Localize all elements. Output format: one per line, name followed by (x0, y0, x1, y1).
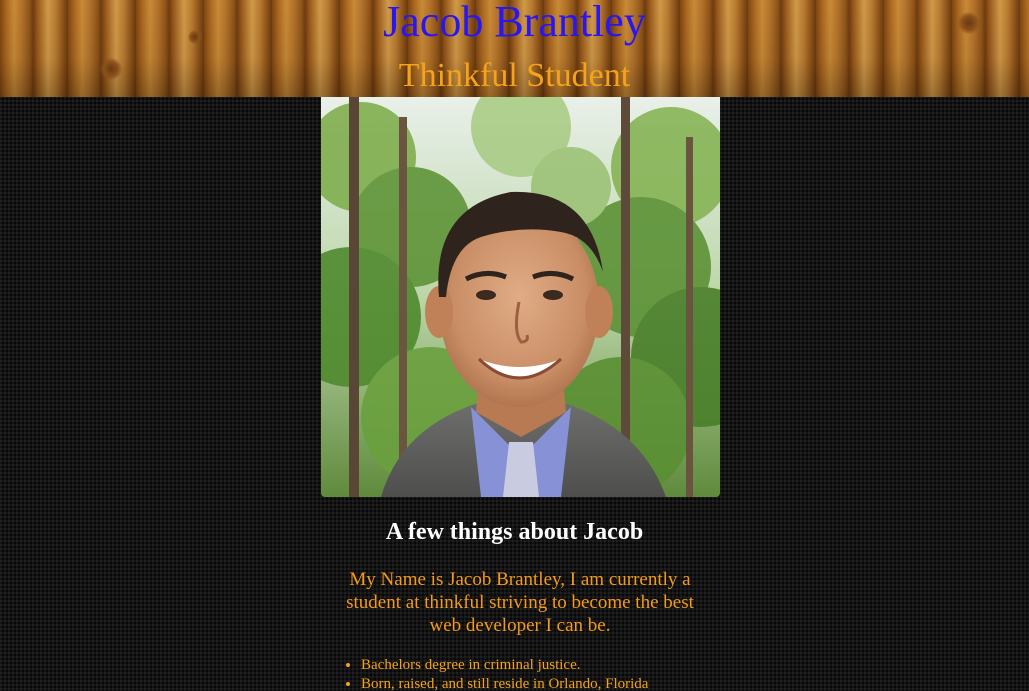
about-heading: A few things about Jacob (385, 519, 644, 545)
header-banner: Jacob Brantley Thinkful Student (0, 0, 1029, 97)
bio-paragraph: My Name is Jacob Brantley, I am currentl… (346, 569, 694, 636)
list-item: Born, raised, and still reside in Orland… (361, 675, 648, 691)
page-title: Jacob Brantley (383, 0, 646, 46)
profile-photo (321, 97, 720, 497)
list-item: Bachelors degree in criminal justice. (361, 656, 648, 675)
page-subtitle: Thinkful Student (398, 57, 631, 94)
profile-photo-image (321, 97, 720, 497)
facts-list: Bachelors degree in criminal justice. Bo… (341, 656, 648, 691)
